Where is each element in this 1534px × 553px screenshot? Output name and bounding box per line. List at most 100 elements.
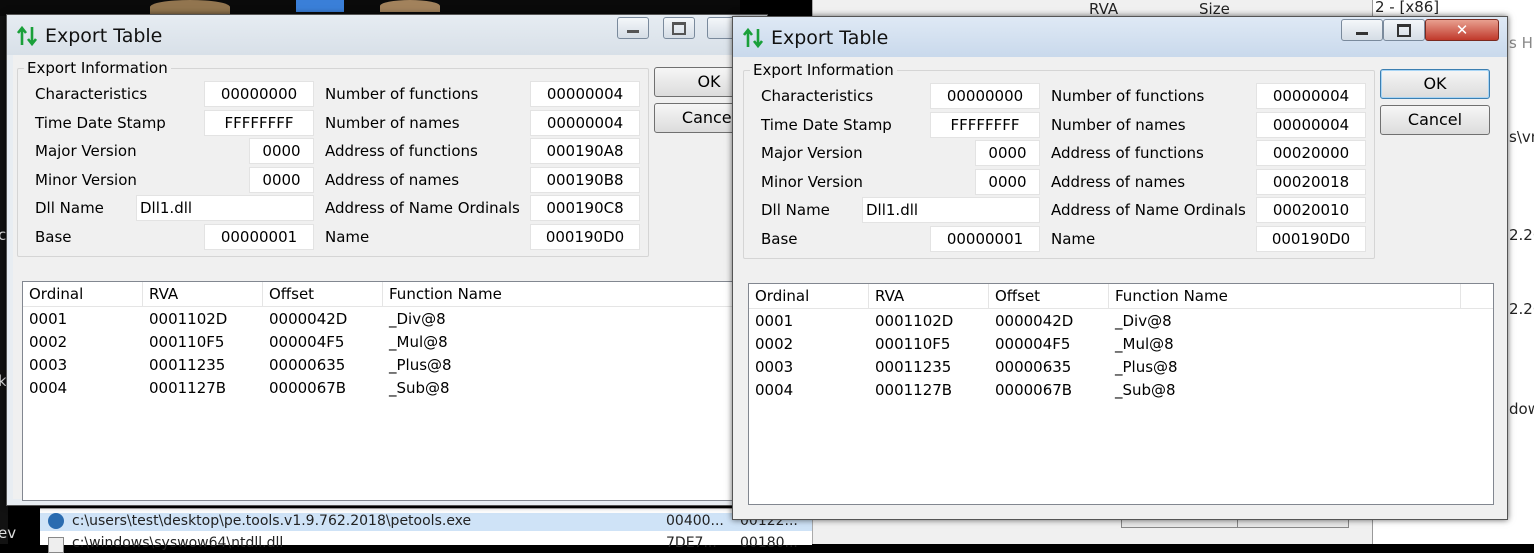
name-label: Name (325, 228, 370, 246)
export-table-dialog: Export Table ✕ Export Information Charac… (6, 14, 769, 506)
table-row[interactable]: 0002 000110F5 000004F5 _Mul@8 (23, 333, 761, 355)
rva-cell: 00011235 (149, 356, 226, 374)
number-of-names-field[interactable]: 00000004 (1256, 112, 1366, 138)
minimize-icon (1356, 31, 1368, 35)
maximize-button[interactable] (663, 17, 695, 39)
major-version-field[interactable]: 0000 (975, 140, 1040, 166)
function-name-cell: _Plus@8 (389, 356, 452, 374)
column-header-function-name[interactable]: Function Name (1109, 284, 1461, 308)
list-item[interactable]: c:\users\test\desktop\pe.tools.v1.9.762.… (40, 513, 812, 531)
table-row[interactable]: 0001 0001102D 0000042D _Div@8 (23, 310, 761, 332)
name-field[interactable]: 000190D0 (530, 224, 640, 250)
address-of-names-label: Address of names (1051, 173, 1186, 191)
time-date-stamp-field[interactable]: FFFFFFFF (930, 112, 1040, 138)
major-version-field[interactable]: 0000 (249, 138, 314, 164)
function-name-cell: _Sub@8 (1115, 381, 1176, 399)
desktop-icon (296, 0, 344, 12)
up-down-arrows-icon (743, 27, 763, 49)
column-header-offset[interactable]: Offset (989, 284, 1109, 308)
number-of-functions-label: Number of functions (1051, 87, 1205, 105)
offset-cell: 00000635 (995, 358, 1072, 376)
export-functions-list[interactable]: Ordinal RVA Offset Function Name 0001 00… (22, 281, 762, 501)
column-header-ordinal[interactable]: Ordinal (23, 282, 143, 306)
dialog-title: Export Table (45, 25, 163, 47)
ok-button[interactable]: OK (1380, 69, 1490, 99)
time-date-stamp-label: Time Date Stamp (761, 116, 892, 134)
address-of-names-field[interactable]: 000190B8 (530, 167, 640, 193)
number-of-functions-field[interactable]: 00000004 (530, 81, 640, 107)
minimize-button[interactable] (617, 17, 649, 39)
cancel-button[interactable]: Cancel (1380, 105, 1490, 135)
desktop-icon (150, 0, 230, 14)
table-row[interactable]: 0004 0001127B 0000067B _Sub@8 (23, 379, 761, 401)
table-row[interactable]: 0003 00011235 00000635 _Plus@8 (23, 356, 761, 378)
rva-cell: 000110F5 (149, 333, 225, 351)
close-button[interactable]: ✕ (1425, 19, 1499, 41)
table-row[interactable]: 0002 000110F5 000004F5 _Mul@8 (749, 335, 1493, 357)
offset-cell: 0000042D (995, 312, 1074, 330)
address-of-names-field[interactable]: 00020018 (1256, 169, 1366, 195)
characteristics-field[interactable]: 00000000 (204, 81, 314, 107)
characteristics-label: Characteristics (761, 87, 874, 105)
address-of-name-ordinals-label: Address of Name Ordinals (1051, 201, 1246, 219)
background-text: ev (0, 524, 17, 542)
base-label: Base (761, 230, 798, 248)
dll-name-field[interactable]: Dll1.dll (136, 195, 314, 221)
minimize-button[interactable] (1341, 19, 1383, 41)
address-of-name-ordinals-field[interactable]: 000190C8 (530, 195, 640, 221)
column-header-offset[interactable]: Offset (263, 282, 383, 306)
address-of-name-ordinals-field[interactable]: 00020010 (1256, 197, 1366, 223)
export-functions-list[interactable]: Ordinal RVA Offset Function Name 0001 00… (748, 283, 1494, 505)
characteristics-field[interactable]: 00000000 (930, 83, 1040, 109)
time-date-stamp-field[interactable]: FFFFFFFF (204, 110, 314, 136)
minor-version-field[interactable]: 0000 (975, 169, 1040, 195)
dll-name-field[interactable]: Dll1.dll (862, 197, 1040, 223)
title-bar[interactable]: Export Table ✕ (733, 17, 1507, 57)
minor-version-field[interactable]: 0000 (249, 167, 314, 193)
number-of-functions-label: Number of functions (325, 85, 479, 103)
offset-cell: 0000042D (269, 310, 348, 328)
function-name-cell: _Mul@8 (1115, 335, 1174, 353)
list-item[interactable]: c:\windows\syswow64\ntdll.dll 7DE7... 00… (40, 535, 812, 553)
address-of-name-ordinals-label: Address of Name Ordinals (325, 199, 520, 217)
number-of-functions-field[interactable]: 00000004 (1256, 83, 1366, 109)
offset-cell: 00000635 (269, 356, 346, 374)
number-of-names-label: Number of names (1051, 116, 1186, 134)
module-image-base: 7DE7... (666, 535, 717, 551)
ordinal-cell: 0004 (29, 379, 68, 397)
table-row[interactable]: 0001 0001102D 0000042D _Div@8 (749, 312, 1493, 334)
minor-version-label: Minor Version (761, 173, 863, 191)
offset-cell: 0000067B (995, 381, 1073, 399)
rva-cell: 00011235 (875, 358, 952, 376)
offset-cell: 0000067B (269, 379, 347, 397)
offset-cell: 000004F5 (995, 335, 1071, 353)
function-name-cell: _Mul@8 (389, 333, 448, 351)
base-field[interactable]: 00000001 (204, 224, 314, 250)
address-of-functions-label: Address of functions (325, 142, 478, 160)
table-row[interactable]: 0003 00011235 00000635 _Plus@8 (749, 358, 1493, 380)
title-bar[interactable]: Export Table ✕ (7, 15, 769, 55)
background-module-list: c:\users\test\desktop\pe.tools.v1.9.762.… (40, 508, 812, 553)
time-date-stamp-label: Time Date Stamp (35, 114, 166, 132)
base-field[interactable]: 00000001 (930, 226, 1040, 252)
column-header-rva[interactable]: RVA (869, 284, 989, 308)
column-header-rva[interactable]: RVA (143, 282, 263, 306)
column-header-ordinal[interactable]: Ordinal (749, 284, 869, 308)
number-of-names-field[interactable]: 00000004 (530, 110, 640, 136)
ordinal-cell: 0003 (29, 356, 68, 374)
background-text: 2 - [x86] (1375, 0, 1440, 16)
background-text: s H (1509, 34, 1533, 52)
address-of-functions-field[interactable]: 00020000 (1256, 140, 1366, 166)
address-of-functions-field[interactable]: 000190A8 (530, 138, 640, 164)
table-row[interactable]: 0004 0001127B 0000067B _Sub@8 (749, 381, 1493, 403)
column-header-function-name[interactable]: Function Name (383, 282, 761, 306)
module-path: c:\windows\syswow64\ntdll.dll (72, 535, 284, 551)
dialog-title: Export Table (771, 27, 889, 49)
name-field[interactable]: 000190D0 (1256, 226, 1366, 252)
maximize-button[interactable] (1383, 19, 1425, 41)
maximize-icon (1397, 23, 1411, 37)
file-icon (48, 537, 64, 553)
list-header: Ordinal RVA Offset Function Name (23, 282, 761, 307)
rva-cell: 0001127B (875, 381, 953, 399)
dll-name-label: Dll Name (35, 199, 104, 217)
